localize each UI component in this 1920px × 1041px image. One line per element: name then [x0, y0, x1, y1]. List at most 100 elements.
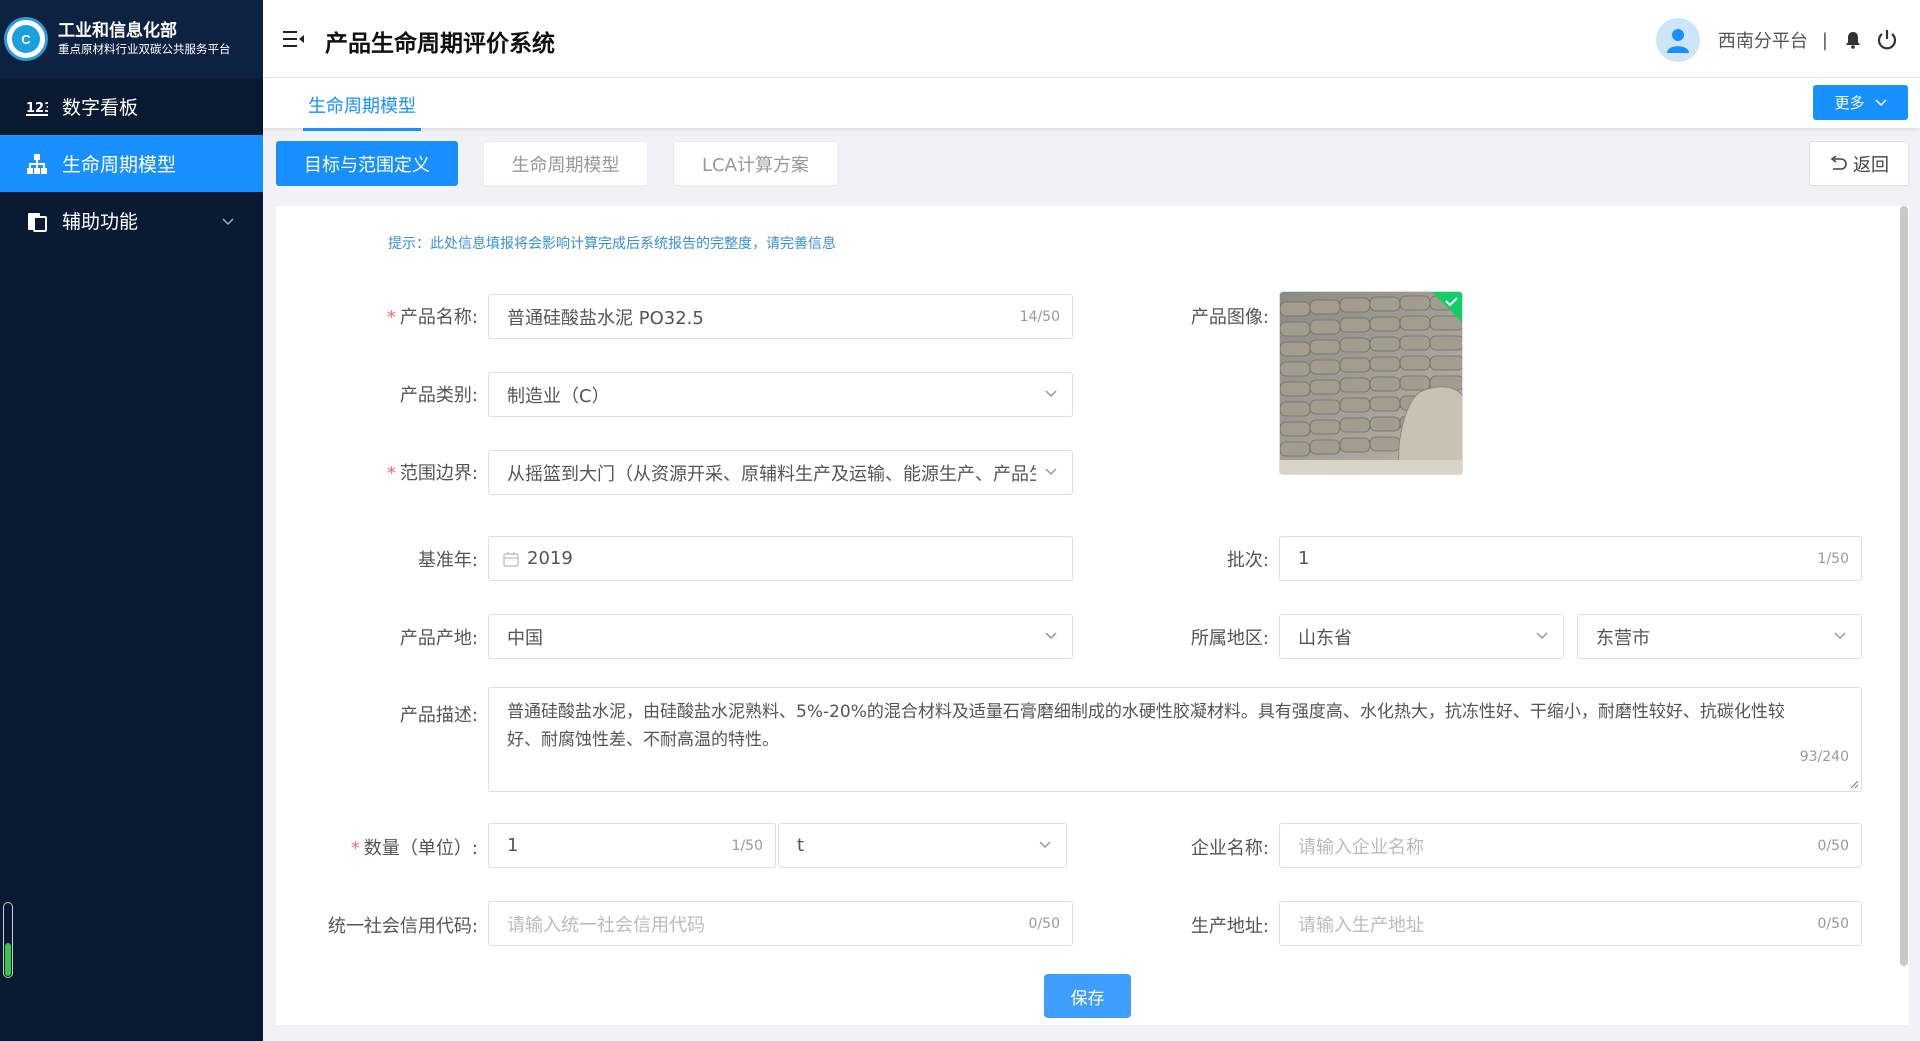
chevron-down-icon — [1039, 841, 1051, 849]
base-year-label: 基准年: — [417, 550, 478, 571]
product-image[interactable] — [1279, 291, 1463, 475]
char-count: 0/50 — [1817, 838, 1849, 854]
batch-input[interactable]: 1 1/50 — [1279, 536, 1862, 581]
quantity-label: * 数量（单位）: — [350, 838, 478, 859]
address-label: 生产地址: — [1190, 916, 1269, 937]
credit-code-placeholder: 请输入统一社会信用代码 — [507, 914, 705, 936]
sidebar: C 工业和信息化部 重点原材料行业双碳公共服务平台 123 数字看板 生命周期模… — [0, 0, 263, 1041]
required-mark: * — [386, 463, 396, 484]
step-goal-scope[interactable]: 目标与范围定义 — [276, 141, 458, 186]
dashboard-123-icon: 123 — [26, 96, 48, 118]
origin-select[interactable]: 中国 — [488, 614, 1073, 659]
more-label: 更多 — [1834, 94, 1865, 112]
sidebar-item-auxiliary[interactable]: 辅助功能 — [0, 192, 263, 249]
page-title: 产品生命周期评价系统 — [325, 31, 555, 57]
company-input[interactable]: 请输入企业名称 0/50 — [1279, 823, 1862, 868]
required-mark: * — [386, 307, 396, 328]
platform-logo: C — [4, 17, 48, 61]
undo-icon — [1830, 155, 1847, 170]
scope-boundary-select[interactable]: 从摇篮到大门（从资源开采、原辅料生产及运输、能源生产、产品生 — [488, 450, 1073, 495]
address-placeholder: 请输入生产地址 — [1298, 914, 1424, 936]
sidebar-item-dashboard[interactable]: 123 数字看板 — [0, 78, 263, 135]
tab-bar: 生命周期模型 更多 — [263, 78, 1920, 131]
company-label: 企业名称: — [1190, 838, 1269, 859]
char-count: 1/50 — [1817, 551, 1849, 567]
chevron-down-icon — [1045, 632, 1057, 640]
product-category-value: 制造业（C） — [507, 385, 610, 407]
bell-icon[interactable] — [1842, 29, 1864, 51]
tab-lifecycle-model[interactable]: 生命周期模型 — [303, 92, 421, 131]
sidebar-item-lifecycle-model[interactable]: 生命周期模型 — [0, 135, 263, 192]
menu-collapse-icon[interactable] — [283, 30, 305, 48]
company-placeholder: 请输入企业名称 — [1298, 836, 1424, 858]
hierarchy-icon — [26, 153, 48, 175]
brand-title: 工业和信息化部 — [58, 21, 177, 42]
svg-text:123: 123 — [26, 101, 48, 116]
quantity-input[interactable]: 1 1/50 — [488, 823, 776, 868]
document-icon — [26, 210, 48, 232]
top-header: 产品生命周期评价系统 西南分平台 | — [263, 0, 1920, 78]
char-count: 1/50 — [731, 838, 763, 854]
base-year-value: 2019 — [527, 548, 573, 569]
product-name-value: 普通硅酸盐水泥 PO32.5 — [507, 307, 704, 329]
description-value: 普通硅酸盐水泥，由硅酸盐水泥熟料、5%-20%的混合材料及适量石膏磨细制成的水硬… — [507, 702, 1785, 750]
char-count: 0/50 — [1028, 916, 1060, 932]
logo-mark: C — [12, 25, 40, 53]
chevron-down-icon — [1045, 390, 1057, 398]
scrollbar[interactable] — [1900, 206, 1908, 966]
volume-slider[interactable] — [3, 902, 13, 978]
char-count: 14/50 — [1019, 309, 1060, 325]
step-lca-plan[interactable]: LCA计算方案 — [673, 141, 838, 186]
product-name-input[interactable]: 普通硅酸盐水泥 PO32.5 14/50 — [488, 294, 1073, 339]
description-label: 产品描述: — [399, 705, 478, 726]
province-select[interactable]: 山东省 — [1279, 614, 1564, 659]
chevron-down-icon — [1045, 468, 1057, 476]
step-lifecycle-model[interactable]: 生命周期模型 — [483, 141, 648, 186]
product-image-label: 产品图像: — [1190, 307, 1269, 328]
unit-select[interactable]: t — [778, 823, 1067, 868]
credit-code-label: 统一社会信用代码: — [327, 916, 478, 937]
description-textarea[interactable]: 普通硅酸盐水泥，由硅酸盐水泥熟料、5%-20%的混合材料及适量石膏磨细制成的水硬… — [488, 687, 1862, 792]
required-mark: * — [350, 838, 360, 859]
back-label: 返回 — [1853, 154, 1889, 176]
avatar[interactable] — [1655, 18, 1700, 62]
save-button[interactable]: 保存 — [1044, 974, 1131, 1018]
batch-label: 批次: — [1226, 550, 1269, 571]
resize-handle-icon[interactable] — [1849, 779, 1859, 789]
chevron-down-icon — [221, 212, 235, 234]
unit-value: t — [797, 835, 805, 856]
batch-value: 1 — [1298, 548, 1310, 569]
quantity-value: 1 — [507, 835, 519, 856]
form-hint: 提示：此处信息填报将会影响计算完成后系统报告的完整度，请完善信息 — [388, 236, 836, 252]
more-button[interactable]: 更多 — [1813, 85, 1908, 120]
region-label: 所属地区: — [1190, 628, 1269, 649]
username[interactable]: 西南分平台 — [1718, 27, 1808, 53]
chevron-down-icon — [1536, 632, 1548, 640]
product-name-label: * 产品名称: — [386, 307, 478, 328]
brand-subtitle: 重点原材料行业双碳公共服务平台 — [58, 42, 231, 57]
scope-boundary-label: * 范围边界: — [386, 463, 478, 484]
city-value: 东营市 — [1596, 627, 1650, 649]
city-select[interactable]: 东营市 — [1577, 614, 1862, 659]
sidebar-item-label: 数字看板 — [62, 97, 139, 119]
address-input[interactable]: 请输入生产地址 0/50 — [1279, 901, 1862, 946]
calendar-icon — [503, 551, 519, 567]
slider-fill — [5, 942, 11, 976]
product-category-label: 产品类别: — [399, 385, 478, 406]
sidebar-item-label: 辅助功能 — [62, 211, 139, 233]
power-icon[interactable] — [1876, 29, 1898, 51]
origin-label: 产品产地: — [399, 628, 478, 649]
base-year-datepicker[interactable]: 2019 — [488, 536, 1073, 581]
brand: C 工业和信息化部 重点原材料行业双碳公共服务平台 — [0, 0, 263, 78]
province-value: 山东省 — [1298, 627, 1352, 649]
sidebar-item-label: 生命周期模型 — [62, 154, 177, 176]
user-area: 西南分平台 | — [1655, 18, 1910, 62]
chevron-down-icon — [1834, 632, 1846, 640]
origin-value: 中国 — [507, 627, 543, 649]
scope-boundary-value: 从摇篮到大门（从资源开采、原辅料生产及运输、能源生产、产品生 — [507, 463, 1036, 485]
credit-code-input[interactable]: 请输入统一社会信用代码 0/50 — [488, 901, 1073, 946]
char-count: 0/50 — [1817, 916, 1849, 932]
char-count: 93/240 — [1799, 749, 1849, 765]
product-category-select[interactable]: 制造业（C） — [488, 372, 1073, 417]
back-button[interactable]: 返回 — [1809, 141, 1909, 186]
